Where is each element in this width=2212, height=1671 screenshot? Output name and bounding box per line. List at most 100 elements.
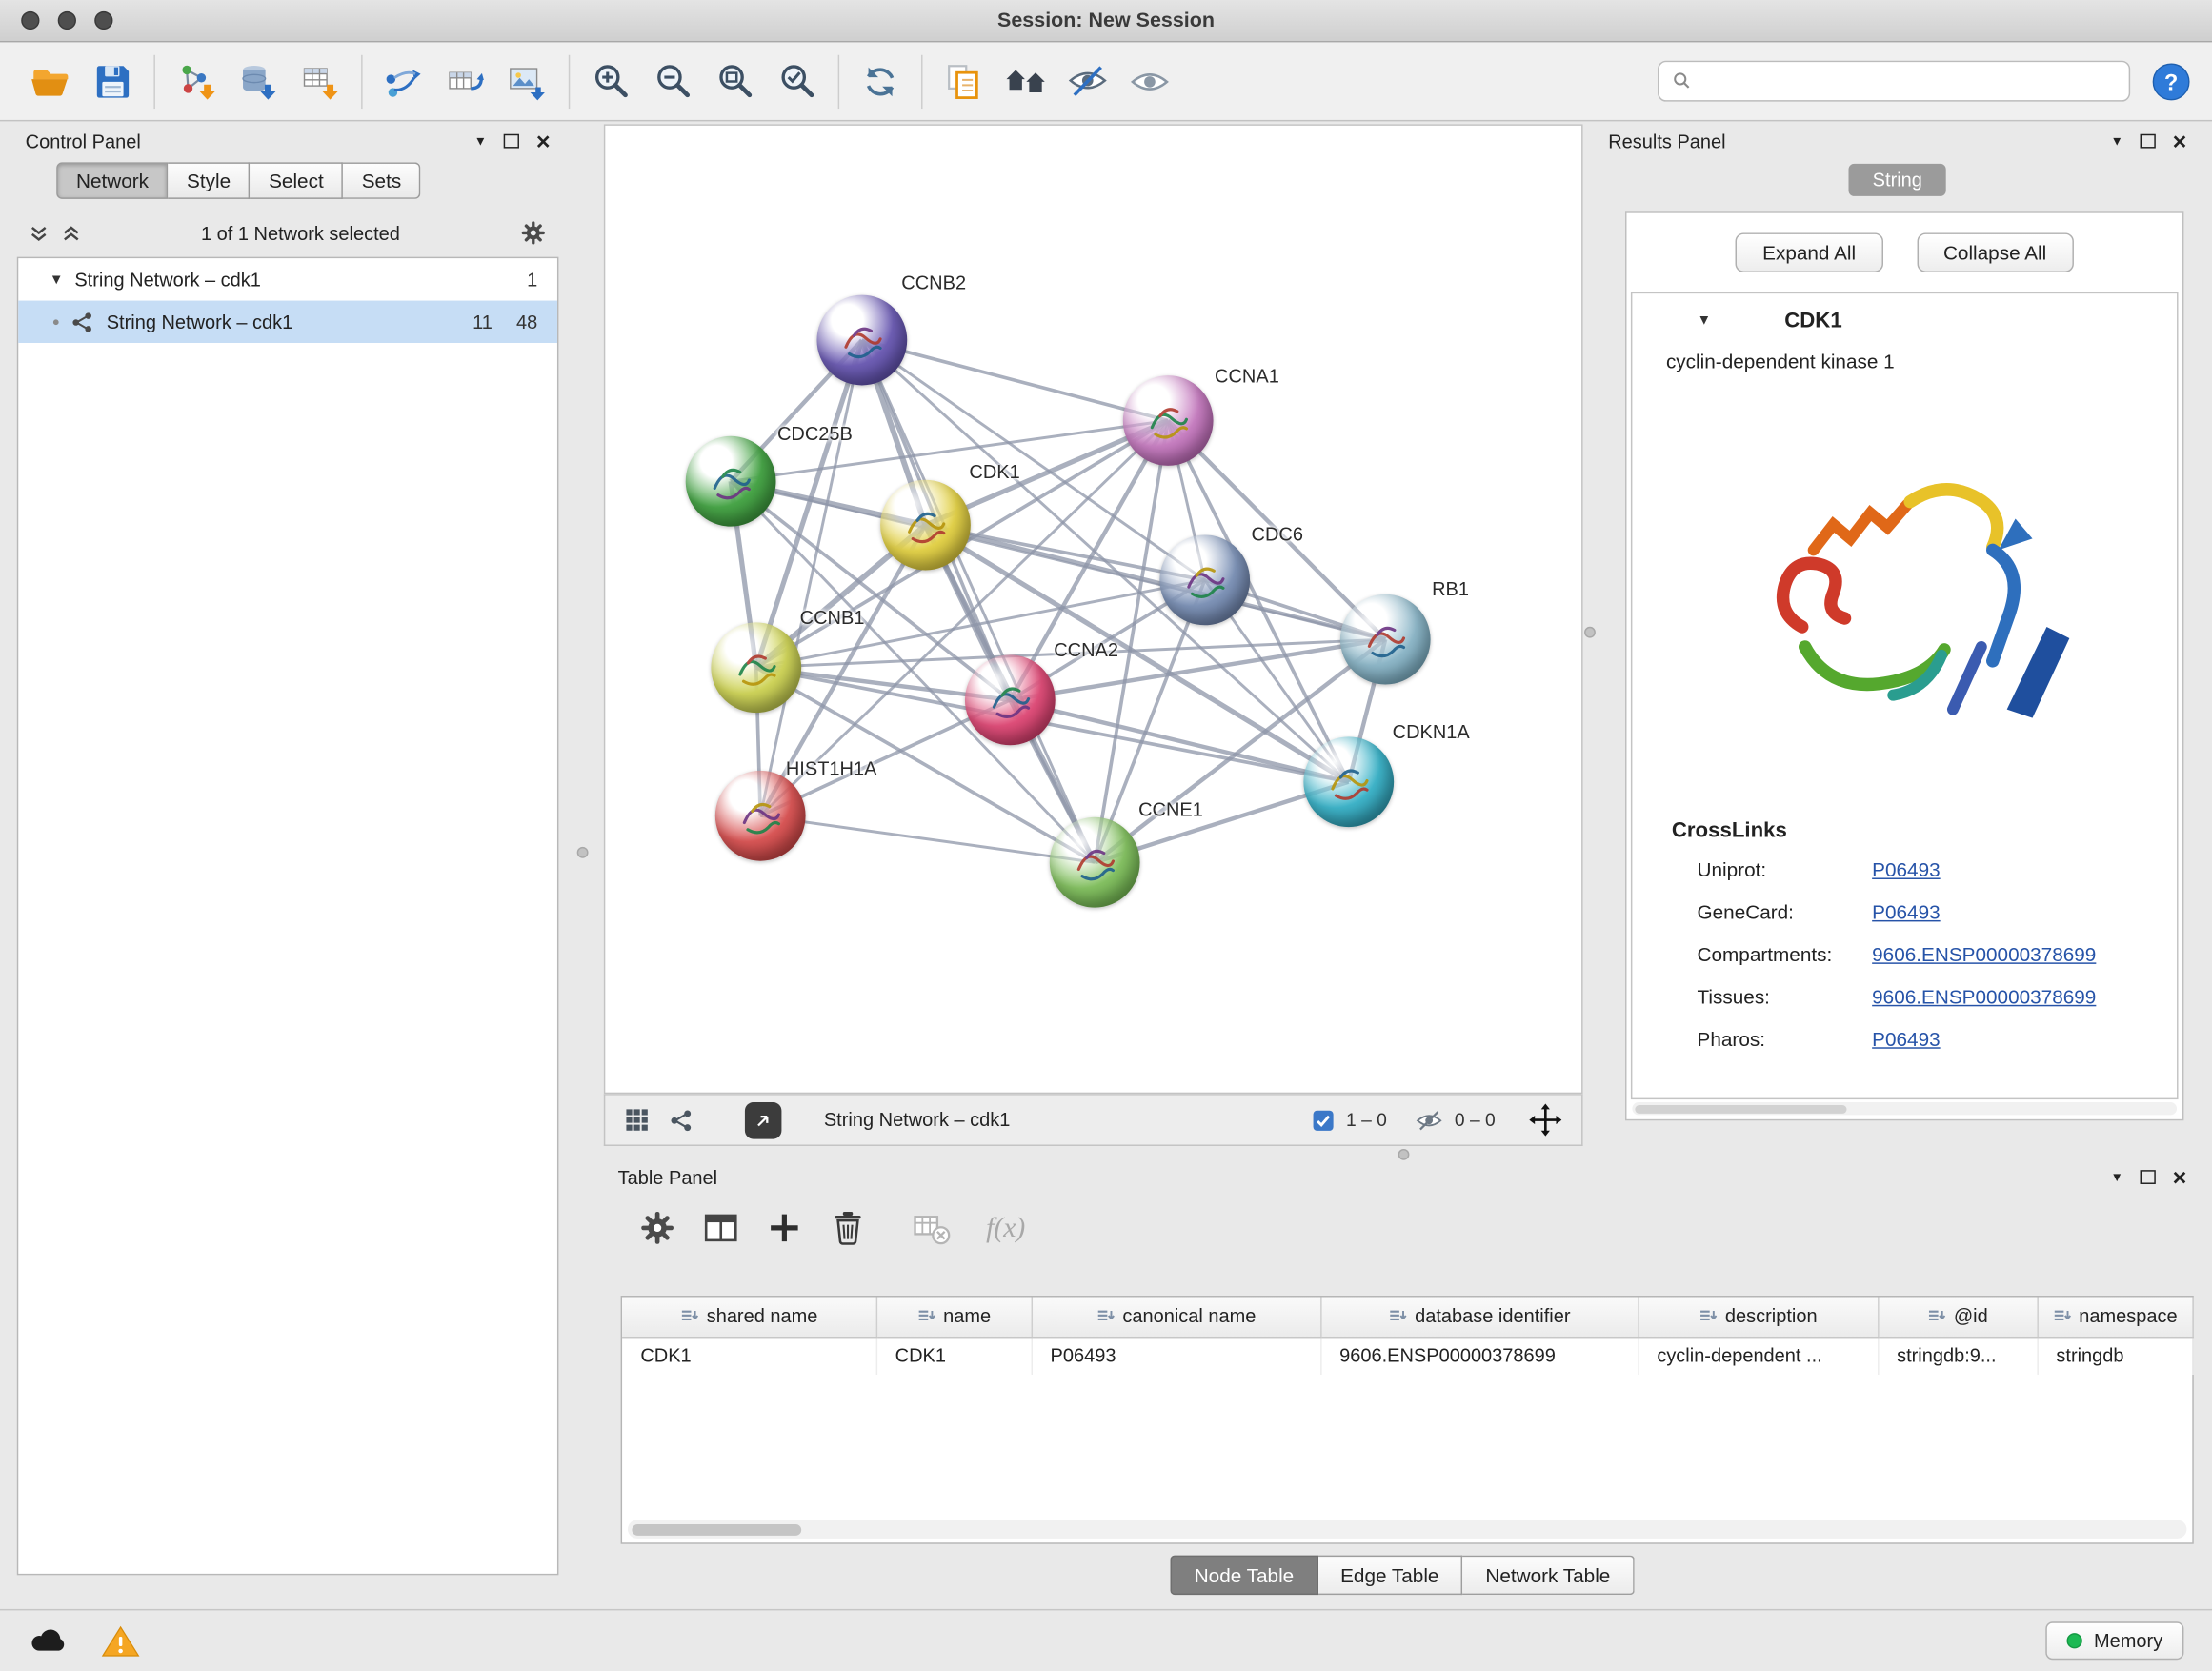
show-hide-panels-button[interactable] [995,49,1056,113]
network-node-ccna1[interactable] [1123,375,1214,466]
table-cell[interactable]: stringdb:9... [1878,1337,2037,1375]
network-edge-ccnb2-hist1h1a[interactable] [760,340,862,815]
crosslink-pharos-link[interactable]: P06493 [1872,1028,1940,1051]
table-cell[interactable]: cyclin-dependent ... [1638,1337,1878,1375]
network-node-ccnb2[interactable] [816,295,907,386]
table-cell[interactable]: CDK1 [622,1337,876,1375]
zoom-in-button[interactable] [580,49,642,113]
crosslink-tissues-link[interactable]: 9606.ENSP00000378699 [1872,985,2096,1008]
table-options-gear-icon[interactable] [637,1208,676,1247]
zoom-selected-button[interactable] [766,49,828,113]
network-node-hist1h1a[interactable] [715,771,806,861]
table-cell[interactable]: P06493 [1032,1337,1321,1375]
new-network-from-table-button[interactable] [434,49,496,113]
open-session-button[interactable] [20,49,82,113]
search-input[interactable] [1701,70,2116,91]
network-node-cdc25b[interactable] [686,436,776,527]
hide-selected-button[interactable] [1056,49,1118,113]
network-node-cdc6[interactable] [1159,534,1250,625]
network-canvas[interactable]: CCNB2CCNA1CDC25BCDK1CDC6RB1CCNB1CCNA2CDK… [605,126,1582,1094]
selected-checkbox-icon[interactable] [1312,1109,1335,1132]
network-node-cdkn1a[interactable] [1303,736,1394,827]
results-horizontal-scrollbar[interactable] [1632,1102,2177,1115]
add-column-plus-icon[interactable] [765,1208,804,1247]
network-overview-icon[interactable] [669,1107,694,1133]
column-header-name[interactable]: name [876,1297,1032,1336]
crosslink-genecard-link[interactable]: P06493 [1872,900,1940,923]
import-table-from-file-button[interactable] [290,49,352,113]
column-header-shared-name[interactable]: shared name [622,1297,876,1336]
network-edge-ccnb2-ccne1[interactable] [862,340,1095,862]
tab-style[interactable]: Style [169,162,251,199]
zoom-window-button[interactable] [94,11,112,30]
network-node-rb1[interactable] [1340,594,1431,685]
bottom-splitter-handle[interactable] [1398,1149,1410,1160]
protein-expander-icon[interactable]: ▼ [1698,312,1712,328]
network-node-ccne1[interactable] [1050,817,1140,908]
crosslink-compartments-link[interactable]: 9606.ENSP00000378699 [1872,943,2096,966]
tab-node-table[interactable]: Node Table [1171,1556,1318,1595]
tab-network[interactable]: Network [56,162,169,199]
zoom-fit-button[interactable] [704,49,766,113]
network-node-ccna2[interactable] [965,654,1056,745]
new-network-button[interactable] [372,49,434,113]
save-session-button[interactable] [82,49,144,113]
apply-layout-button[interactable] [850,49,912,113]
column-header-namespace[interactable]: namespace [2037,1297,2192,1336]
warning-icon[interactable] [102,1623,140,1658]
pan-crosshair-icon[interactable] [1529,1104,1561,1137]
clone-network-button[interactable] [933,49,995,113]
search-field[interactable] [1658,61,2130,102]
show-all-button[interactable] [1118,49,1180,113]
panel-close-icon[interactable]: × [2173,130,2187,153]
zoom-out-button[interactable] [642,49,704,113]
column-header-canonical-name[interactable]: canonical name [1032,1297,1321,1336]
import-network-from-file-button[interactable] [165,49,227,113]
tab-sets[interactable]: Sets [343,162,420,199]
collection-expander-icon[interactable]: ▼ [50,272,64,287]
column-header-description[interactable]: description [1638,1297,1878,1336]
open-in-new-window-button[interactable] [745,1101,782,1138]
import-network-from-database-button[interactable] [227,49,289,113]
collapse-all-icon[interactable] [29,222,50,243]
crosslink-uniprot-link[interactable]: P06493 [1872,858,1940,881]
column-header-id[interactable]: @id [1878,1297,2037,1336]
panel-float-icon[interactable] [2141,1170,2156,1184]
table-cell[interactable]: CDK1 [876,1337,1032,1375]
table-cell[interactable]: 9606.ENSP00000378699 [1320,1337,1638,1375]
left-splitter-handle[interactable] [577,847,589,858]
hidden-eye-icon[interactable] [1415,1106,1443,1135]
expand-all-button[interactable]: Expand All [1736,232,1882,272]
tab-select[interactable]: Select [251,162,344,199]
network-node-cdk1[interactable] [880,480,971,571]
tab-network-table[interactable]: Network Table [1463,1556,1635,1595]
panel-menu-icon[interactable]: ▼ [2111,134,2123,147]
minimize-window-button[interactable] [58,11,76,30]
export-image-button[interactable] [496,49,558,113]
table-horizontal-scrollbar[interactable] [628,1520,2186,1539]
cloud-icon[interactable] [29,1626,68,1656]
memory-button[interactable]: Memory [2046,1621,2184,1660]
network-collection-row[interactable]: ▼ String Network – cdk1 1 [18,258,557,300]
expand-all-icon[interactable] [61,222,82,243]
close-window-button[interactable] [21,11,39,30]
tab-string[interactable]: String [1849,164,1947,196]
show-columns-icon[interactable] [701,1208,740,1247]
panel-menu-icon[interactable]: ▼ [474,134,487,147]
network-node-ccnb1[interactable] [711,622,801,713]
panel-float-icon[interactable] [2141,134,2156,149]
network-edge-ccne1-hist1h1a[interactable] [760,815,1095,862]
grid-view-icon[interactable] [625,1108,649,1132]
panel-close-icon[interactable]: × [2173,1165,2187,1189]
help-button[interactable]: ? [2150,60,2192,102]
column-header-database-identifier[interactable]: database identifier [1320,1297,1638,1336]
panel-menu-icon[interactable]: ▼ [2111,1171,2123,1183]
network-row[interactable]: ● String Network – cdk1 11 48 [18,301,557,343]
scrollbar-thumb[interactable] [632,1523,801,1535]
delete-trash-icon[interactable] [828,1208,867,1247]
panel-close-icon[interactable]: × [536,130,551,153]
table-row[interactable]: CDK1 CDK1 P06493 9606.ENSP00000378699 cy… [622,1337,2192,1375]
collapse-all-button[interactable]: Collapse All [1917,232,2074,272]
tab-edge-table[interactable]: Edge Table [1317,1556,1462,1595]
gear-icon[interactable] [519,219,548,248]
